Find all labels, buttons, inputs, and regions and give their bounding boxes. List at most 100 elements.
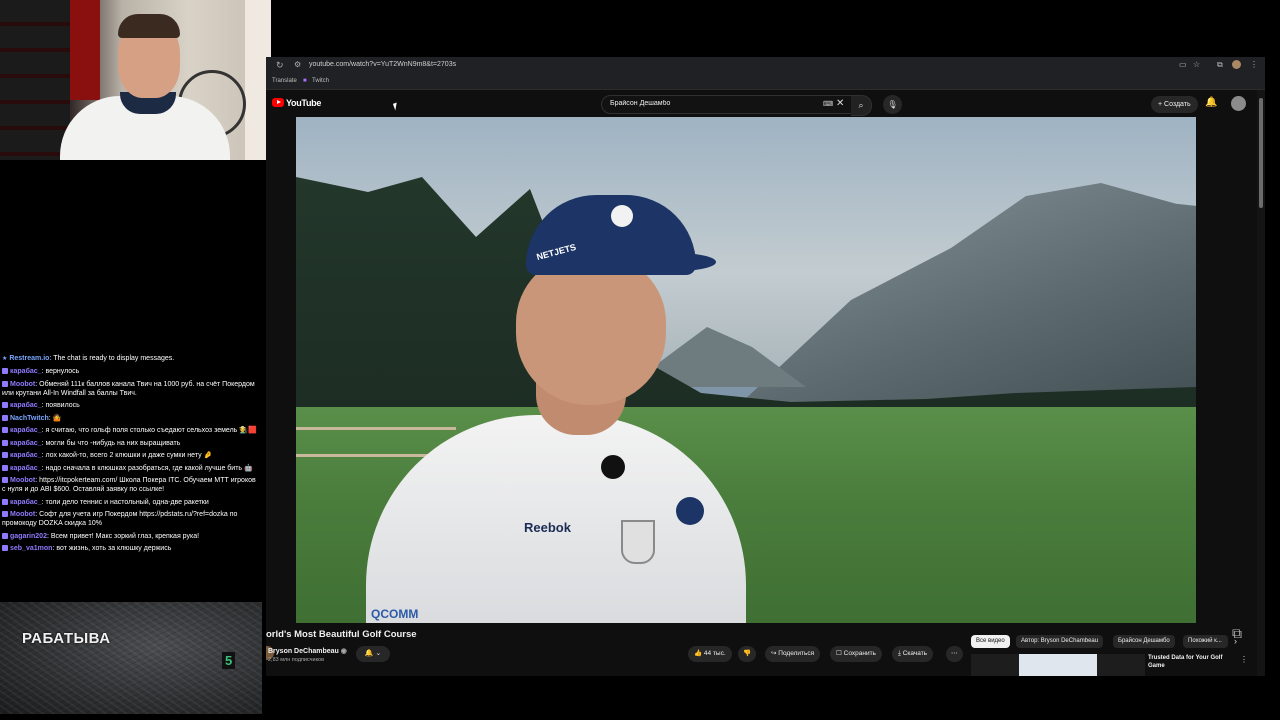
bell-icon: 🔔 bbox=[364, 650, 374, 657]
clear-search-icon[interactable]: ✕ bbox=[836, 98, 844, 109]
chat-username[interactable]: карабас_ bbox=[10, 440, 42, 447]
chip-search-term[interactable]: Брайсон Дешамбо bbox=[1113, 635, 1175, 648]
chat-username[interactable]: gagarin202 bbox=[10, 533, 47, 540]
chat-message: карабас_: надо сначала в клюшках разобра… bbox=[0, 462, 262, 475]
chat-username[interactable]: карабас_ bbox=[10, 402, 42, 409]
channel-name-text[interactable]: Bryson DeChambeau bbox=[268, 648, 339, 655]
youtube-header: YouTube ⌨ ✕ ⌕ 🎙 + Создать 🔔 bbox=[266, 90, 1265, 117]
url-text[interactable]: youtube.com/watch?v=YuT2WnN9m8&t=2703s bbox=[309, 61, 456, 68]
twitch-badge-icon bbox=[2, 439, 8, 446]
chat-text: я считаю, что гольф поля столько съедают… bbox=[45, 427, 257, 434]
chat-message: seb_va1mon: вот жизнь, хоть за клюшку де… bbox=[0, 543, 262, 556]
chat-text: Софт для учета игр Покердом https://pdst… bbox=[2, 511, 238, 527]
twitch-badge-icon bbox=[2, 368, 8, 374]
youtube-logo-icon[interactable] bbox=[272, 98, 284, 107]
video-title: orld's Most Beautiful Golf Course bbox=[266, 629, 417, 640]
create-button[interactable]: + Создать bbox=[1151, 96, 1198, 113]
site-info-icon[interactable]: ⚙ bbox=[294, 60, 301, 69]
shirt-crest-icon bbox=[621, 520, 655, 564]
chat-message: Moobot: Софт для учета игр Покердом http… bbox=[2, 511, 238, 527]
chat-username[interactable]: seb_va1mon bbox=[10, 545, 52, 552]
like-count: 44 тыс. bbox=[703, 650, 726, 657]
video-golfer: NETJETS Reebok QCOMM bbox=[366, 195, 746, 623]
chat-panel: ★ Restream.io: The chat is ready to disp… bbox=[0, 352, 262, 555]
chat-message: карабас_: появилось bbox=[0, 400, 262, 413]
cast-icon[interactable]: ▭ bbox=[1179, 60, 1187, 69]
subscriber-count: 2,83 млн подписчиков bbox=[268, 657, 325, 663]
streamer-webcam bbox=[0, 0, 271, 160]
chat-username[interactable]: NachTwitch bbox=[10, 415, 49, 422]
chat-username[interactable]: Moobot bbox=[10, 477, 35, 484]
dislike-button[interactable]: 👎 bbox=[738, 646, 757, 662]
download-button[interactable]: ⤓ Скачать bbox=[892, 646, 934, 662]
red-panel bbox=[70, 0, 100, 100]
bookmark-translate[interactable]: Translate bbox=[272, 78, 297, 84]
chevron-down-icon: ⌄ bbox=[375, 650, 382, 657]
thumbnail-image bbox=[1019, 654, 1097, 676]
scrollbar-thumb[interactable] bbox=[1259, 98, 1263, 208]
chat-text: Обменяй 111к баллов канала Твич на 1000 … bbox=[2, 380, 255, 397]
chip-author[interactable]: Автор: Bryson DeChambeau bbox=[1016, 635, 1104, 648]
cap-brand: NETJETS bbox=[535, 241, 578, 263]
page-scrollbar[interactable] bbox=[1257, 90, 1265, 676]
share-button[interactable]: ↪ Поделиться bbox=[765, 646, 821, 662]
star-icon: ★ bbox=[2, 355, 8, 362]
overlay-number: 5 bbox=[222, 652, 236, 669]
keyboard-icon[interactable]: ⌨ bbox=[823, 100, 833, 108]
chat-text: лох какой-то, всего 2 клюшки и даже сумк… bbox=[45, 452, 213, 459]
save-icon: ☐ bbox=[836, 650, 842, 657]
download-icon: ⤓ bbox=[898, 650, 901, 657]
chip-related[interactable]: Похожий к... bbox=[1183, 635, 1228, 648]
chat-username[interactable]: карабас_ bbox=[10, 427, 42, 434]
subscription-bell-button[interactable]: 🔔 ⌄ bbox=[356, 646, 390, 662]
chat-username[interactable]: карабас_ bbox=[10, 368, 42, 375]
chat-username[interactable]: карабас_ bbox=[10, 499, 42, 506]
chip-all-videos[interactable]: Все видео bbox=[971, 635, 1010, 648]
chat-text: 🤷 bbox=[52, 414, 62, 422]
recommended-menu-icon[interactable]: ⋮ bbox=[1240, 655, 1248, 664]
menu-icon[interactable]: ⋮ bbox=[1250, 60, 1258, 69]
microphone-icon: 🎙 bbox=[887, 100, 898, 109]
profile-avatar[interactable] bbox=[1232, 60, 1241, 69]
voice-search-button[interactable]: 🎙 bbox=[883, 95, 902, 114]
channel-name[interactable]: Bryson DeChambeau ◉ bbox=[268, 647, 347, 655]
chat-username[interactable]: карабас_ bbox=[10, 465, 42, 472]
chat-message: карабас_: я считаю, что гольф поля столь… bbox=[0, 425, 262, 438]
save-button[interactable]: ☐ Сохранить bbox=[830, 646, 882, 662]
verified-icon: ◉ bbox=[340, 648, 347, 655]
overlay-title: РАБАТЫВА bbox=[22, 630, 111, 647]
stream-overlay: РАБАТЫВА 5 bbox=[0, 602, 262, 714]
notifications-bell-icon[interactable]: 🔔 bbox=[1205, 97, 1217, 108]
recommended-title[interactable]: Trusted Data for Your Golf Game bbox=[1148, 654, 1234, 670]
chat-message: ★ Restream.io: The chat is ready to disp… bbox=[2, 354, 175, 362]
chevron-right-icon[interactable]: › bbox=[1234, 636, 1237, 646]
lapel-microphone bbox=[601, 455, 625, 479]
like-button[interactable]: 👍 44 тыс. bbox=[688, 646, 732, 662]
chat-username[interactable]: Moobot bbox=[10, 381, 35, 388]
chat-text: The chat is ready to display messages. bbox=[53, 354, 175, 362]
twitch-badge-icon bbox=[2, 402, 8, 408]
reload-icon[interactable]: ↻ bbox=[276, 60, 284, 71]
chat-username[interactable]: Moobot bbox=[10, 511, 35, 518]
chat-text: толи дело теннис и настольный, одна-две … bbox=[45, 498, 209, 506]
bookmarks-bar: Translate ■ Twitch bbox=[266, 74, 1265, 90]
search-button[interactable]: ⌕ bbox=[851, 95, 872, 116]
extensions-icon[interactable]: ⧉ bbox=[1217, 60, 1223, 70]
bookmark-star-icon[interactable]: ☆ bbox=[1193, 60, 1200, 69]
search-input[interactable] bbox=[608, 99, 812, 108]
chat-text: Всем привет! Макс зоркий глаз, крепкая р… bbox=[50, 532, 200, 540]
chat-text: https://itcpokerteam.com/ Школа Покера I… bbox=[2, 477, 256, 493]
twitch-badge-icon bbox=[2, 414, 8, 421]
chat-username[interactable]: Restream.io bbox=[9, 355, 49, 362]
video-player[interactable]: NETJETS Reebok QCOMM bbox=[296, 117, 1196, 623]
more-actions-button[interactable]: ⋯ bbox=[946, 646, 963, 662]
chat-message: Moobot: Обменяй 111к баллов канала Твич … bbox=[2, 380, 255, 397]
chat-username[interactable]: карабас_ bbox=[10, 452, 42, 459]
youtube-logo-text[interactable]: YouTube bbox=[286, 98, 321, 108]
chat-text: надо сначала в клюшках разобраться, где … bbox=[45, 464, 253, 472]
bookmark-twitch[interactable]: Twitch bbox=[312, 78, 329, 84]
account-avatar[interactable] bbox=[1231, 96, 1246, 111]
recommended-thumbnail[interactable] bbox=[971, 654, 1145, 676]
shirt-sponsor: QCOMM bbox=[371, 607, 419, 621]
chat-text: могли бы что -нибудь на них выращивать bbox=[45, 439, 181, 447]
